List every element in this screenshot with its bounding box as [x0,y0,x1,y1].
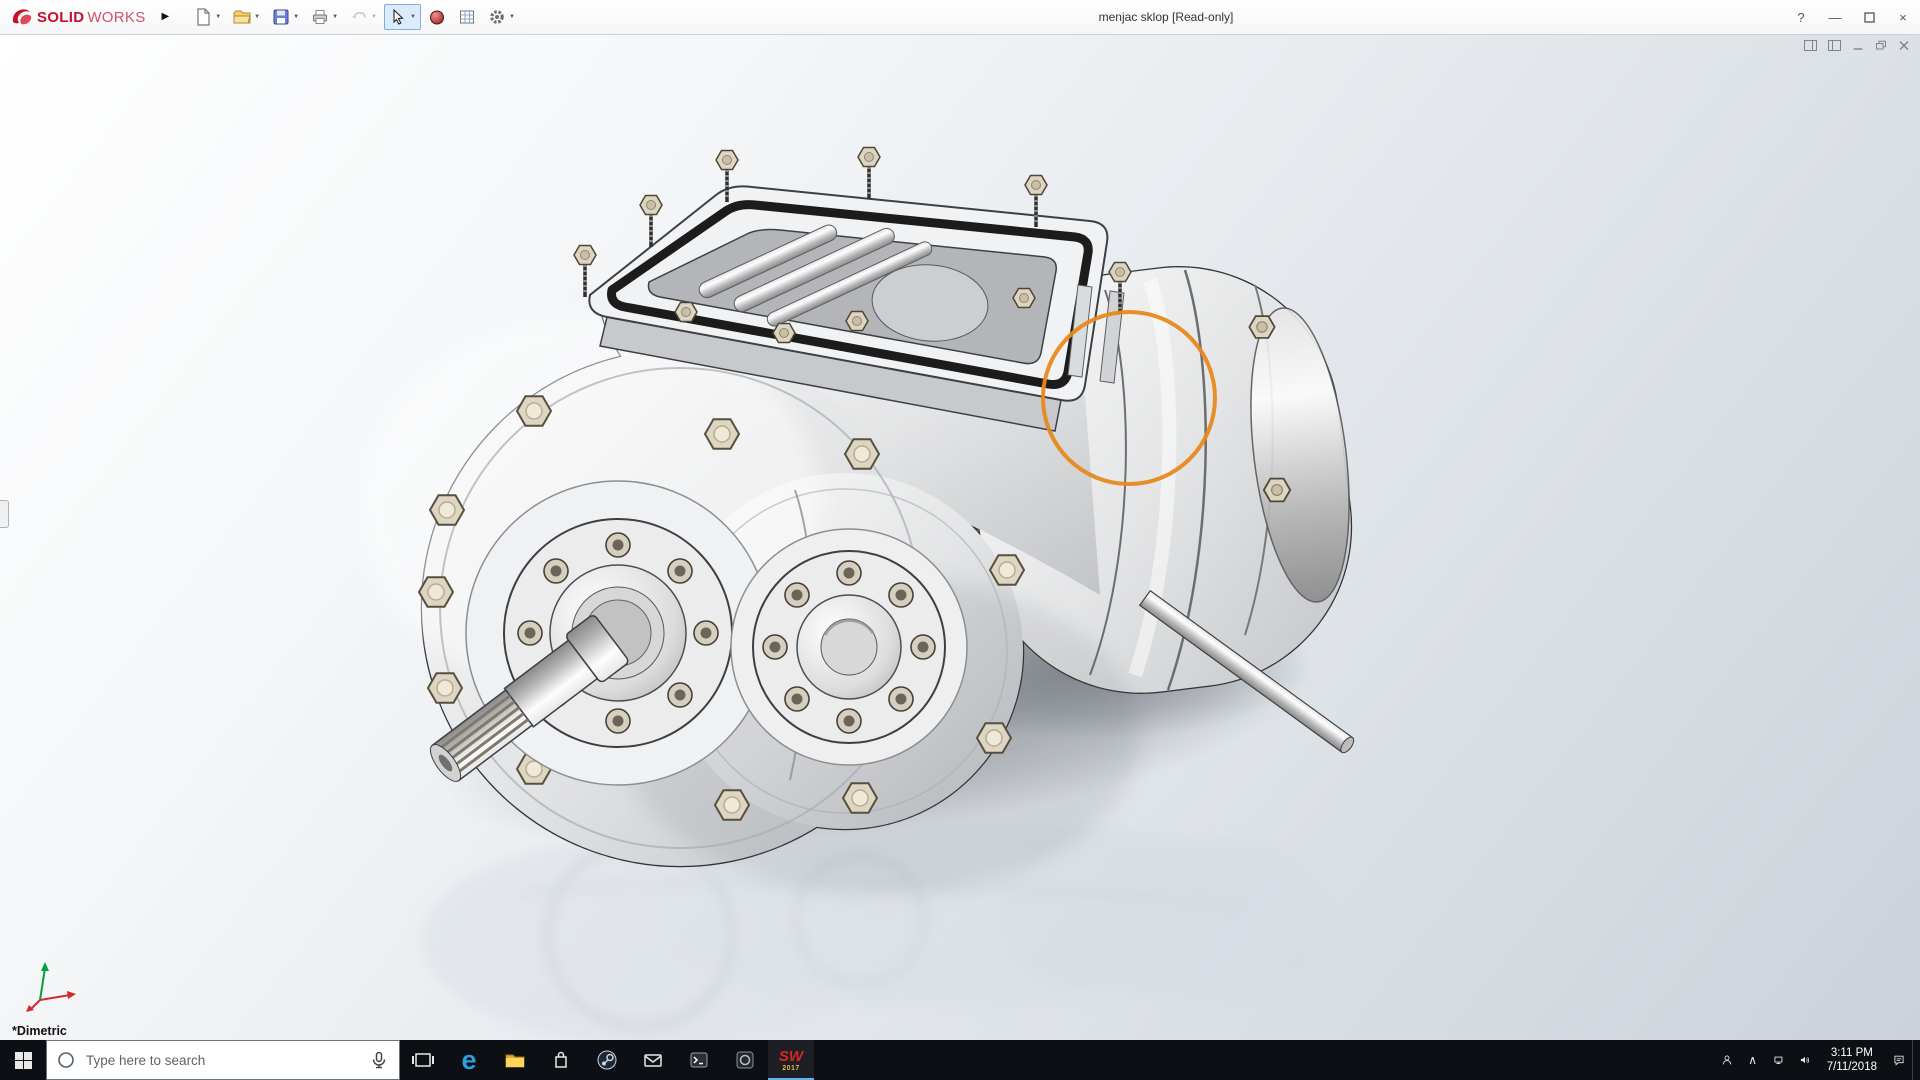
edge-browser-button[interactable]: e [446,1040,492,1080]
appearance-sphere-icon [428,8,446,26]
task-view-icon [411,1048,435,1072]
steam-button[interactable] [584,1040,630,1080]
clock-time: 3:11 PM [1831,1046,1873,1060]
undo-arrow-icon [350,8,368,26]
taskbar-clock[interactable]: 3:11 PM 7/11/2018 [1818,1040,1886,1080]
gear-icon [488,8,506,26]
cortana-icon [57,1051,75,1069]
windows-logo-icon [15,1052,32,1069]
secondary-hub [731,529,967,765]
graphics-viewport[interactable]: *Dimetric [0,35,1920,1040]
network-icon [1772,1050,1786,1070]
solidworks-app-icon: SW 2017 [779,1049,803,1072]
design-table-button[interactable] [453,4,481,30]
close-doc-icon[interactable] [1898,40,1910,51]
main-toolbar: ▼ ▼ ▼ ▼ [189,4,520,30]
restore-doc-icon[interactable] [1875,40,1887,51]
brand-works: WORKS [87,9,145,26]
dropdown-caret: ▼ [371,14,377,20]
new-document-icon [194,8,212,26]
dropdown-caret: ▼ [254,14,260,20]
minimize-doc-icon[interactable] [1852,40,1864,51]
panel-toggle-left-icon[interactable] [1804,40,1817,51]
edge-icon: e [461,1047,476,1074]
start-button[interactable] [0,1040,46,1080]
help-button[interactable]: ? [1784,0,1818,34]
window-controls: ? — × [1784,0,1920,34]
people-button[interactable] [1714,1040,1740,1080]
network-button[interactable] [1766,1040,1792,1080]
task-view-button[interactable] [400,1040,446,1080]
windows-taskbar: e [0,1040,1920,1080]
taskbar-search[interactable] [46,1040,400,1080]
titlebar: SOLIDWORKS ▶ ▼ ▼ ▼ [0,0,1920,35]
table-icon [458,8,476,26]
solidworks-logo: SOLIDWORKS [0,7,152,27]
select-tool-button[interactable]: ▼ [384,4,421,30]
volume-button[interactable] [1792,1040,1818,1080]
print-icon [311,8,329,26]
command-prompt-icon [687,1048,711,1072]
options-button[interactable]: ▼ [483,4,520,30]
brand-solid: SOLID [37,9,84,26]
mail-envelope-icon [641,1048,665,1072]
dropdown-caret: ▼ [293,14,299,20]
generic-app-button[interactable] [722,1040,768,1080]
view-orientation-label: *Dimetric [12,1024,67,1038]
show-desktop-strip[interactable] [1912,1040,1920,1080]
show-hidden-icons-button[interactable]: ∧ [1740,1040,1766,1080]
maximize-icon [1864,12,1875,23]
system-tray: ∧ 3:11 PM 7/11/2018 [1714,1040,1920,1080]
dropdown-caret: ▼ [509,14,515,20]
orientation-triad[interactable] [24,954,78,1012]
generic-app-icon [733,1048,757,1072]
action-center-icon [1892,1050,1906,1070]
clock-date: 7/11/2018 [1827,1060,1877,1074]
solidworks-app-button[interactable]: SW 2017 [768,1040,814,1080]
command-prompt-button[interactable] [676,1040,722,1080]
speaker-icon [1798,1050,1812,1070]
appearance-button[interactable] [423,4,451,30]
dropdown-caret: ▼ [215,14,221,20]
document-title: menjac sklop [Read-only] [1099,0,1234,34]
solidworks-window: SOLIDWORKS ▶ ▼ ▼ ▼ [0,0,1920,1080]
menu-expand-arrow[interactable]: ▶ [156,0,176,35]
chevron-up-icon: ∧ [1748,1053,1757,1067]
maximize-button[interactable] [1852,0,1886,34]
store-button[interactable] [538,1040,584,1080]
file-explorer-icon [503,1048,527,1072]
open-button[interactable]: ▼ [228,4,265,30]
ds-logo-icon [10,7,34,27]
file-explorer-button[interactable] [492,1040,538,1080]
minimize-button[interactable]: — [1818,0,1852,34]
store-bag-icon [549,1048,573,1072]
feature-panel-collapsed-tab[interactable] [0,500,9,528]
dropdown-caret: ▼ [410,14,416,20]
search-input[interactable] [84,1052,360,1069]
person-icon [1720,1050,1734,1070]
document-window-controls [1804,40,1910,51]
new-document-button[interactable]: ▼ [189,4,226,30]
undo-button[interactable]: ▼ [345,4,382,30]
mail-button[interactable] [630,1040,676,1080]
open-folder-icon [233,8,251,26]
save-button[interactable]: ▼ [267,4,304,30]
select-cursor-icon [389,8,407,26]
dropdown-caret: ▼ [332,14,338,20]
action-center-button[interactable] [1886,1040,1912,1080]
print-button[interactable]: ▼ [306,4,343,30]
steam-icon [595,1048,619,1072]
save-floppy-icon [272,8,290,26]
gearbox-3d-model-canvas[interactable] [0,35,1920,1040]
panel-toggle-right-icon[interactable] [1828,40,1841,51]
microphone-icon[interactable] [369,1051,389,1070]
close-button[interactable]: × [1886,0,1920,34]
